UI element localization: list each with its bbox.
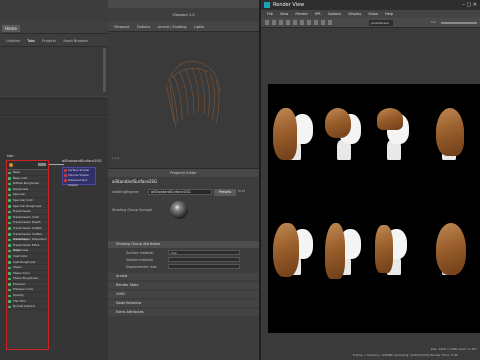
rv-menu-file[interactable]: File (267, 12, 273, 16)
exposure-slider[interactable] (441, 22, 477, 24)
rv-menu-show[interactable]: Show (368, 12, 377, 16)
hair-render-4 (428, 104, 466, 164)
refresh-icon[interactable] (279, 20, 283, 25)
hair-shader-node[interactable]: hair Base Base color Diffuse Roughness Roug… (6, 154, 49, 350)
sg-node-title: aiStandardSurface2SG (62, 159, 102, 163)
3d-viewport[interactable]: x y z (108, 32, 259, 164)
hair-preview (165, 60, 221, 129)
rendered-image (268, 84, 480, 333)
section-render-stats[interactable]: Render Stats (108, 282, 259, 289)
render-view-titlebar: Render View – ▢ ✕ (261, 0, 480, 10)
attr-icons[interactable]: ⇆ ⇄ (238, 189, 245, 193)
shading-group-node[interactable]: Surface Shader Volume Shader Displacemen… (62, 167, 96, 187)
ipr-icon[interactable] (272, 20, 276, 25)
render-view-title: Render View (273, 2, 305, 8)
sample-label: Shading Group Sample (112, 208, 153, 212)
left-panel: Home Untitled Tabs Projects Asset Browse… (0, 0, 108, 360)
node-tab[interactable]: aiStandardSurface2SG (112, 179, 157, 184)
nav-tabs[interactable]: Tabs (27, 38, 35, 45)
section-node-behavior[interactable]: Node Behavior (108, 300, 259, 307)
window-controls[interactable]: – ▢ ✕ (462, 0, 477, 10)
region-icon[interactable] (286, 20, 290, 25)
shading-engine-field[interactable]: aiStandardSurface2SG (148, 189, 212, 195)
connection-wire (49, 164, 64, 165)
remove-image-icon[interactable] (307, 20, 311, 25)
alpha-icon[interactable] (321, 20, 325, 25)
rv-menu-help[interactable]: Help (385, 12, 393, 16)
presets-button[interactable]: Presets (214, 189, 236, 196)
section-arnold[interactable]: Arnold (108, 273, 259, 280)
node-attribute[interactable]: Normal Camera (7, 304, 48, 310)
attr-label: Displacement mat. (126, 265, 158, 269)
home-button[interactable]: Home (2, 25, 20, 32)
rv-menu-view[interactable]: View (280, 12, 288, 16)
property-editor-title: Property Editor (108, 169, 259, 177)
left-tabbar: Home (0, 22, 108, 34)
hair-render-6 (323, 219, 361, 279)
node-header: hair (7, 154, 48, 170)
rv-menu-options[interactable]: Options (328, 12, 342, 16)
maya-logo-icon (264, 2, 270, 8)
section-shading-group[interactable]: Shading Group Attributes (108, 241, 259, 248)
vp-menu-item[interactable]: Lights (194, 22, 205, 32)
rgb-icon[interactable] (314, 20, 318, 25)
render-stats-readout: Frame: 1 Memory: 1083Mb Sampling: [3/4/3… (353, 353, 458, 357)
shading-engine-label: shadingEngine: (112, 190, 139, 194)
camera-dropdown[interactable]: perspShape (369, 20, 393, 26)
section-uuid[interactable]: UUID (108, 291, 259, 298)
left-nav: Untitled Tabs Projects Asset Browser (0, 38, 108, 45)
displacement-material-field[interactable] (168, 264, 240, 269)
hair-render-7 (373, 219, 411, 279)
hair-render-5 (273, 219, 313, 279)
viewport-title: Viewport 2.0 (172, 13, 195, 17)
rv-menu-ipr[interactable]: IPR (315, 12, 321, 16)
surface-material-field[interactable]: hair (168, 250, 240, 255)
center-panel: Viewport Options Arnold / Shading Lights (108, 22, 259, 360)
hair-render-1 (273, 104, 313, 164)
nav-asset-browser[interactable]: Asset Browser (63, 38, 88, 45)
nav-untitled[interactable]: Untitled (6, 38, 20, 45)
node-title: hair (7, 154, 14, 158)
hair-render-3 (373, 104, 411, 164)
axis-indicator: x y z (112, 156, 120, 160)
graph-toolbar (0, 98, 108, 116)
attr-label: Surface material (126, 251, 154, 255)
viewport-menu: Viewport Options Arnold / Shading Lights (108, 22, 259, 32)
rv-menu-render[interactable]: Render (295, 12, 307, 16)
nav-projects[interactable]: Projects (42, 38, 56, 45)
outliner-list[interactable] (0, 46, 108, 96)
node-options-icon[interactable] (38, 163, 46, 166)
render-view-menu: File View Render IPR Options Display Sho… (261, 10, 480, 18)
render-canvas[interactable] (261, 29, 480, 346)
render-toolbar: perspShape 1:1 (261, 18, 480, 28)
section-extra-attributes[interactable]: Extra Attributes (108, 309, 259, 316)
vp-menu-item[interactable]: Viewport (114, 22, 129, 32)
zoom-readout: 1:1 (431, 20, 436, 24)
vp-menu-item[interactable]: Options (137, 22, 151, 32)
material-swatch (170, 201, 188, 219)
volume-material-field[interactable] (168, 257, 240, 262)
node-graph[interactable]: hair Base Base color Diffuse Roughness Roug… (0, 117, 108, 360)
keep-image-icon[interactable] (300, 20, 304, 25)
shader-icon (9, 163, 13, 167)
render-view-window: Render View – ▢ ✕ File View Render IPR O… (259, 0, 480, 360)
render-icon[interactable] (265, 20, 269, 25)
rv-menu-display[interactable]: Display (348, 12, 361, 16)
hair-render-2 (323, 104, 361, 164)
snapshot-icon[interactable] (293, 20, 297, 25)
sg-row[interactable]: Displacement Shader (63, 178, 95, 187)
outliner-scrollbar[interactable] (103, 48, 106, 92)
render-status-bar: size: 1920 x 1080 zoom: 0.167 Frame: 1 M… (261, 346, 480, 360)
vp-menu-item[interactable]: Arnold / Shading (158, 22, 187, 32)
render-size-readout: size: 1920 x 1080 zoom: 0.167 (430, 347, 477, 351)
one-to-one-icon[interactable] (328, 20, 332, 25)
hair-render-8 (428, 219, 466, 279)
attr-label: Volume material (126, 258, 154, 262)
property-editor: Property Editor aiStandardSurface2SG sha… (108, 168, 259, 360)
